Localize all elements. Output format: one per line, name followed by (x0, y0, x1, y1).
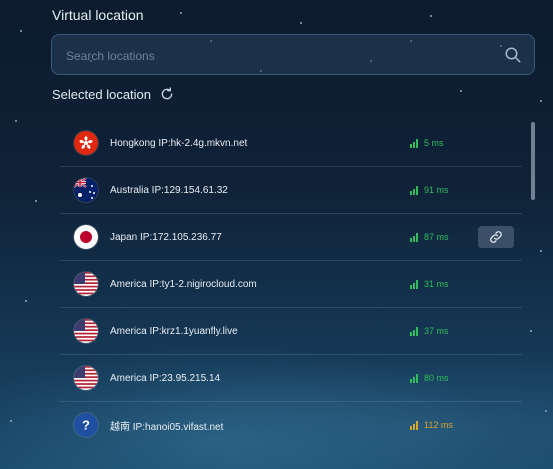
latency-indicator: 80 ms (410, 373, 449, 383)
location-name: America IP:23.95.215.14 (110, 372, 221, 384)
usa-flag-icon (74, 272, 98, 296)
latency-value: 80 ms (424, 373, 449, 383)
latency-indicator: 87 ms (410, 232, 449, 242)
location-row[interactable]: Hongkong IP:hk-2.4g.mkvn.net 5 ms (60, 120, 522, 167)
location-row[interactable]: America IP:krz1.1yuanfly.live 37 ms (60, 308, 522, 355)
latency-indicator: 5 ms (410, 138, 444, 148)
australia-flag-icon (74, 178, 98, 202)
search-icon[interactable] (504, 46, 522, 64)
svg-text:?: ? (82, 418, 90, 433)
location-name: 越南 IP:hanoi05.vifast.net (110, 421, 224, 433)
location-name: America IP:ty1-2.nigirocloud.com (110, 278, 257, 290)
location-row[interactable]: ? 越南 IP:hanoi05.vifast.net 112 ms (60, 402, 522, 448)
location-name: Japan IP:172.105.236.77 (110, 231, 222, 243)
location-row[interactable]: Australia IP:129.154.61.32 91 ms (60, 167, 522, 214)
latency-value: 91 ms (424, 185, 449, 195)
latency-indicator: 91 ms (410, 185, 449, 195)
signal-bars-icon (410, 326, 418, 336)
location-row[interactable]: America IP:23.95.215.14 80 ms (60, 355, 522, 402)
location-name: Australia IP:129.154.61.32 (110, 184, 228, 196)
page-title: Virtual location (52, 7, 144, 23)
signal-bars-icon (410, 279, 418, 289)
signal-bars-icon (410, 420, 418, 430)
location-row[interactable]: America IP:ty1-2.nigirocloud.com 31 ms (60, 261, 522, 308)
hongkong-flag-icon (74, 131, 98, 155)
selected-location-heading: Selected location (52, 86, 175, 102)
latency-value: 87 ms (424, 232, 449, 242)
refresh-icon[interactable] (159, 86, 175, 102)
latency-value: 112 ms (424, 420, 453, 430)
location-name: America IP:krz1.1yuanfly.live (110, 325, 238, 337)
latency-value: 37 ms (424, 326, 449, 336)
search-box[interactable] (51, 34, 535, 76)
usa-flag-icon (74, 319, 98, 343)
latency-value: 5 ms (424, 138, 444, 148)
signal-bars-icon (410, 373, 418, 383)
latency-indicator: 31 ms (410, 279, 449, 289)
latency-value: 31 ms (424, 279, 449, 289)
location-list: Hongkong IP:hk-2.4g.mkvn.net 5 ms Australi… (60, 120, 522, 448)
link-icon (490, 231, 502, 243)
connect-link-button[interactable] (478, 226, 514, 248)
japan-flag-icon (74, 225, 98, 249)
unknown-flag-icon: ? (74, 413, 98, 437)
latency-indicator: 112 ms (410, 420, 453, 430)
latency-indicator: 37 ms (410, 326, 449, 336)
signal-bars-icon (410, 232, 418, 242)
signal-bars-icon (410, 185, 418, 195)
scrollbar[interactable] (531, 122, 535, 200)
search-input[interactable] (64, 35, 488, 76)
location-name: Hongkong IP:hk-2.4g.mkvn.net (110, 137, 248, 149)
usa-flag-icon (74, 366, 98, 390)
location-row[interactable]: Japan IP:172.105.236.77 87 ms (60, 214, 522, 261)
signal-bars-icon (410, 138, 418, 148)
selected-location-label: Selected location (52, 86, 152, 102)
